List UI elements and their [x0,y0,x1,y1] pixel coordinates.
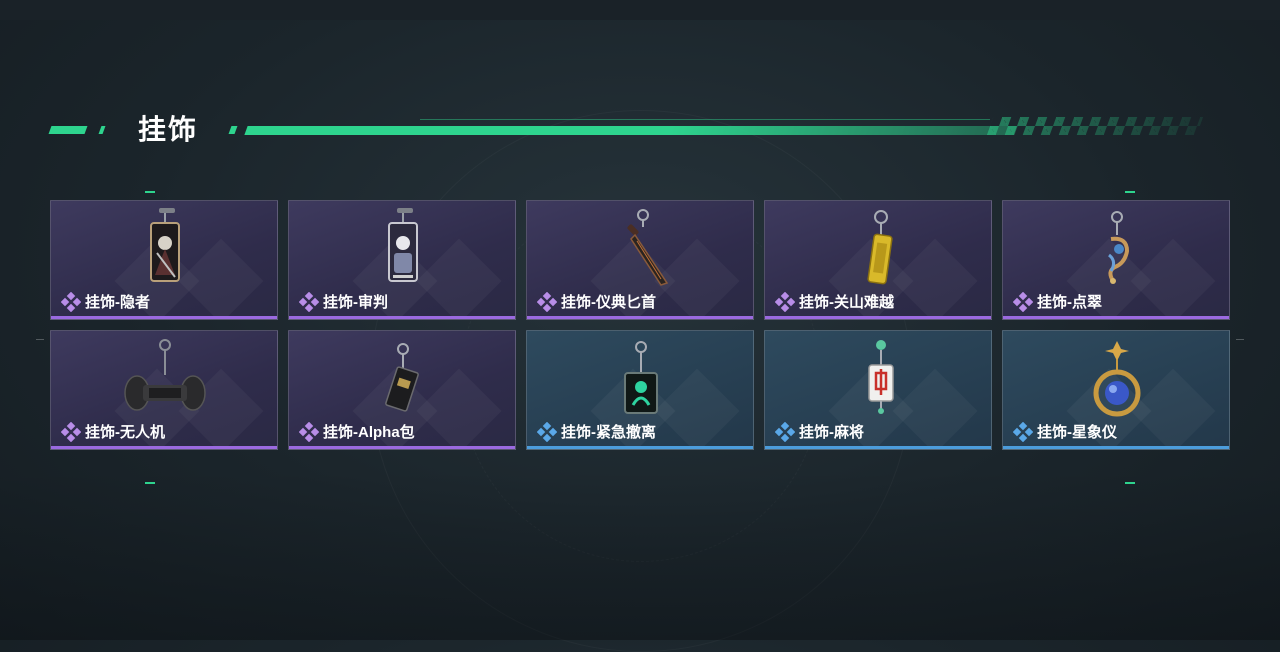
rarity-bar [289,446,515,449]
pendant-card-alpha-pack[interactable]: 挂饰-Alpha包 [288,330,516,450]
header-accent-tick [98,126,106,134]
rarity-bar [765,446,991,449]
rarity-bar [1003,316,1229,319]
pendant-label: 挂饰-紧急撤离 [561,424,656,441]
pendant-label: 挂饰-麻将 [799,424,864,441]
alpha-pack-icon [385,343,419,412]
pendant-label: 挂饰-点翠 [1037,294,1102,311]
pendant-card-guanshan[interactable]: 挂饰-关山难越 [764,200,992,320]
pendant-card-judgement[interactable]: 挂饰-审判 [288,200,516,320]
corner-mark-bottom-left [145,482,155,484]
astrolabe-icon [1093,341,1141,417]
rarity-diamond-icon [299,422,319,442]
corner-mark-bottom-right [1125,482,1135,484]
pendant-card-drone[interactable]: 挂饰-无人机 [50,330,278,450]
kingfisher-ornament-icon [1108,211,1130,284]
background-shade [0,470,1280,640]
header-accent-line [244,126,1018,135]
pendant-label: 挂饰-审判 [323,294,388,311]
emergency-evac-tag-icon [624,341,658,414]
rarity-diamond-icon [61,292,81,312]
pendant-card-mahjong[interactable]: 挂饰-麻将 [764,330,992,450]
pendant-label: 挂饰-星象仪 [1037,424,1117,441]
pendant-card-kingfisher[interactable]: 挂饰-点翠 [1002,200,1230,320]
rarity-bar [527,316,753,319]
pendant-label: 挂饰-隐者 [85,294,150,311]
rarity-diamond-icon [61,422,81,442]
gold-tag-icon [867,210,893,285]
side-tick-left [36,339,44,340]
rarity-diamond-icon [775,422,795,442]
rarity-diamond-icon [775,292,795,312]
mahjong-tile-icon [868,340,894,414]
pendant-card-hermit[interactable]: 挂饰-隐者 [50,200,278,320]
top-band [0,0,1280,20]
pendant-label: 挂饰-Alpha包 [323,424,415,441]
side-tick-right [1236,339,1244,340]
pendant-card-astrolabe[interactable]: 挂饰-星象仪 [1002,330,1230,450]
rarity-diamond-icon [1013,422,1033,442]
header-accent-tick-2 [228,126,238,134]
rarity-bar [1003,446,1229,449]
header-thin-line [420,119,990,120]
corner-mark-top-left [145,191,155,193]
rarity-diamond-icon [299,292,319,312]
header-checker-pattern [986,117,1204,135]
pendant-label: 挂饰-关山难越 [799,294,894,311]
rarity-diamond-icon [1013,292,1033,312]
pendant-label: 挂饰-无人机 [85,424,165,441]
rarity-bar [51,316,277,319]
ritual-dagger-icon [627,209,669,286]
rarity-bar [527,446,753,449]
pendant-card-ritual-dagger[interactable]: 挂饰-仪典匕首 [526,200,754,320]
pendant-grid: 挂饰-隐者 挂饰-审判 挂饰-仪典匕首 挂饰-关山难越 挂饰-点翠 挂饰-无人机… [50,200,1230,450]
header-accent-bar [48,126,88,134]
rarity-diamond-icon [537,422,557,442]
drone-icon [124,339,206,411]
rarity-bar [765,316,991,319]
tarot-card-hermit-icon [150,208,180,282]
rarity-diamond-icon [537,292,557,312]
page-title: 挂饰 [138,114,199,145]
corner-mark-top-right [1125,191,1135,193]
pendant-card-emergency-evac[interactable]: 挂饰-紧急撤离 [526,330,754,450]
pendant-label: 挂饰-仪典匕首 [561,294,656,311]
rarity-bar [289,316,515,319]
tarot-card-judgement-icon [388,208,418,282]
rarity-bar [51,446,277,449]
